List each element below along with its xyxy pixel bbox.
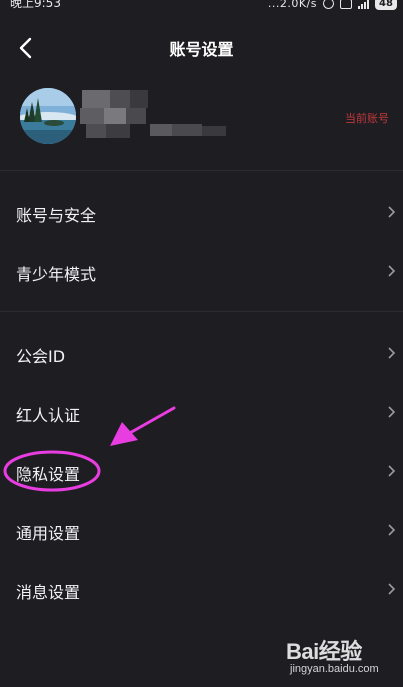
chevron-right-icon — [388, 406, 396, 418]
status-bar: 晚上9:53 ...2.0K/s 48 — [0, 0, 403, 12]
menu-item-label: 通用设置 — [16, 524, 81, 543]
menu-item-account-security[interactable]: 账号与安全 — [0, 184, 403, 242]
divider — [0, 311, 403, 312]
status-time: 晚上9:53 — [10, 0, 61, 10]
menu-item-label: 公会ID — [16, 347, 66, 366]
chevron-right-icon — [388, 465, 396, 477]
signal-icon — [358, 0, 369, 9]
menu-item-privacy-settings[interactable]: 隐私设置 — [0, 443, 403, 501]
menu-item-message-settings[interactable]: 消息设置 — [0, 561, 403, 619]
alarm-icon — [323, 0, 334, 9]
baidu-jingyan-watermark: Bai经验 jingyan.baidu.com — [284, 632, 398, 682]
chevron-right-icon — [388, 347, 396, 359]
chevron-right-icon — [388, 524, 396, 536]
menu-item-influencer-verification[interactable]: 红人认证 — [0, 384, 403, 442]
menu-item-label: 账号与安全 — [16, 206, 97, 225]
watermark-brand: Bai经验 — [286, 639, 362, 664]
network-speed: ...2.0K/s — [267, 0, 317, 10]
menu-item-label: 消息设置 — [16, 583, 81, 602]
menu-item-guild-id[interactable]: 公会ID — [0, 325, 403, 383]
status-icons: ...2.0K/s 48 — [268, 0, 397, 10]
avatar[interactable] — [20, 88, 76, 144]
menu-item-label: 隐私设置 — [16, 465, 81, 484]
menu-item-label: 青少年模式 — [16, 265, 97, 284]
battery-icon: 48 — [375, 0, 397, 10]
header: 账号设置 — [0, 26, 403, 70]
current-account-row[interactable]: 当前账号 — [0, 82, 403, 152]
divider — [0, 170, 403, 171]
account-settings-screen: 晚上9:53 ...2.0K/s 48 账号设置 当前账号 账号与安全 青少年模… — [0, 0, 403, 687]
current-account-tag: 当前账号 — [345, 112, 389, 125]
chevron-right-icon — [388, 265, 396, 277]
watermark-url: jingyan.baidu.com — [290, 663, 379, 675]
menu-item-label: 红人认证 — [16, 406, 81, 425]
blurred-username — [80, 90, 230, 144]
chevron-right-icon — [388, 583, 396, 595]
menu-item-general-settings[interactable]: 通用设置 — [0, 502, 403, 560]
hd-icon — [340, 0, 352, 9]
chevron-right-icon — [388, 206, 396, 218]
avatar-image — [20, 88, 76, 144]
menu-item-teen-mode[interactable]: 青少年模式 — [0, 243, 403, 301]
page-title: 账号设置 — [169, 40, 234, 59]
